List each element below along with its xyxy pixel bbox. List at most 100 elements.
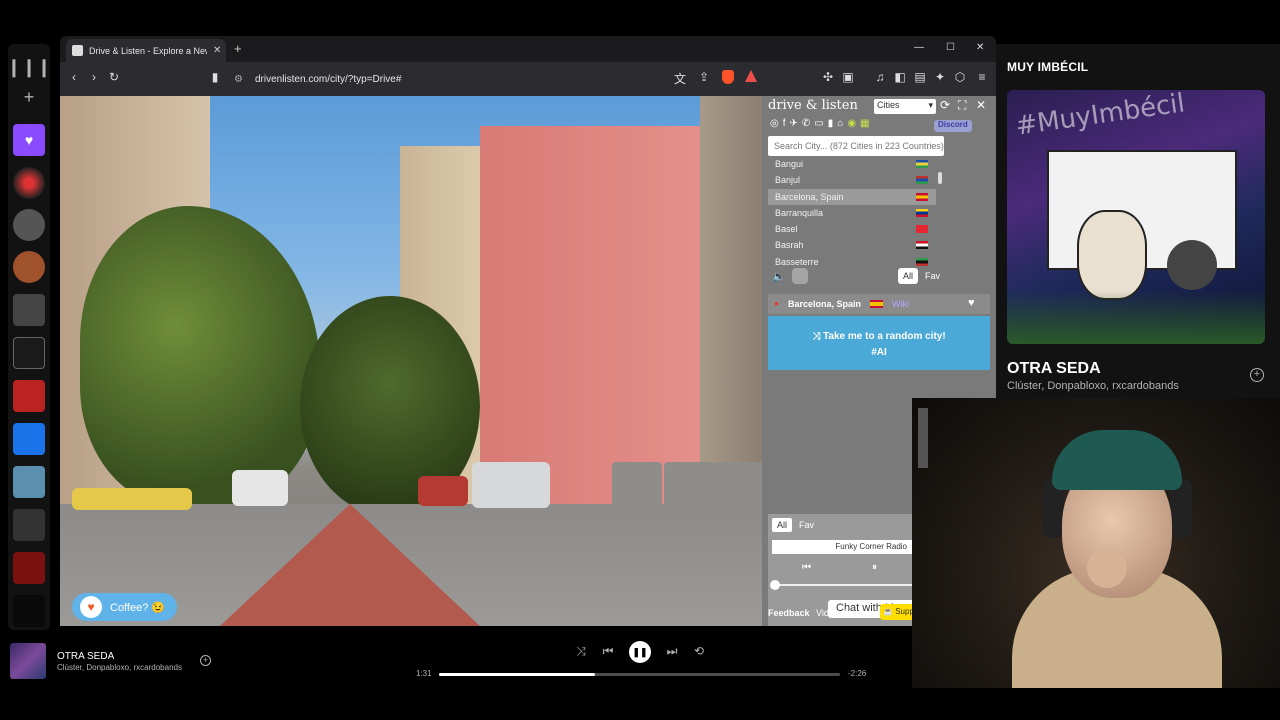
city-item[interactable]: Banjul	[768, 172, 936, 188]
eye-icon[interactable]: ◉	[847, 118, 856, 129]
playlist-thumb[interactable]	[13, 380, 45, 412]
home-icon[interactable]: ⌂	[837, 118, 843, 129]
city-list-scrollbar[interactable]	[938, 160, 942, 264]
liked-songs-heart-icon[interactable]: ♥	[13, 124, 45, 156]
bookmark-icon[interactable]: ▮	[828, 118, 834, 129]
brave-shields-icon[interactable]	[722, 70, 734, 84]
brave-rewards-icon[interactable]	[745, 70, 757, 82]
bookmark-icon[interactable]: ▮	[207, 70, 223, 84]
random-city-button[interactable]: ⤨ Take me to a random city! #AI	[768, 316, 990, 370]
progress-bar[interactable]	[439, 673, 840, 676]
now-playing-title[interactable]: OTRA SEDA	[1007, 360, 1101, 378]
previous-track-icon[interactable]: ⏮	[600, 644, 616, 659]
shuffle-icon[interactable]: ⤨	[573, 644, 589, 659]
playlist-thumb[interactable]	[13, 509, 45, 541]
whatsapp-icon[interactable]: ✆	[802, 118, 810, 129]
share-icon[interactable]: ⇪	[696, 70, 712, 84]
sidebar-icon[interactable]: ◧	[892, 70, 908, 84]
leo-ai-icon[interactable]: ✦	[932, 70, 948, 84]
street-video[interactable]: ♥ Coffee? 😉	[60, 96, 762, 626]
close-panel-icon[interactable]: ✕	[976, 98, 986, 112]
wiki-link[interactable]: Wiki	[892, 299, 909, 309]
playlist-thumb[interactable]	[13, 337, 45, 369]
reload-icon[interactable]: ↻	[106, 70, 122, 84]
support-button[interactable]: ☕ Support	[880, 604, 914, 620]
screenshot-icon[interactable]: ▣	[840, 70, 856, 84]
pause-icon[interactable]: ⏸	[872, 562, 877, 573]
playlist-thumb[interactable]	[13, 423, 45, 455]
city-item[interactable]: Barranquilla	[768, 205, 936, 221]
extensions-icon[interactable]: ✣	[820, 70, 836, 84]
playlist-thumb[interactable]	[13, 167, 45, 199]
library-icon[interactable]: ❙❙❙	[6, 52, 51, 82]
video-source-link[interactable]: Video Source	[816, 608, 870, 618]
radio-station[interactable]: Funky Corner Radio	[772, 540, 913, 554]
city-item[interactable]: Bangui	[768, 156, 936, 172]
elapsed-time: 1:31	[416, 669, 432, 678]
player-track-artist[interactable]: Clúster, Donpabloxo, rxcardobands	[57, 663, 182, 672]
player-track-title[interactable]: OTRA SEDA	[57, 651, 114, 662]
radio-tab-all[interactable]: All	[772, 518, 793, 532]
volume-slider[interactable]	[792, 268, 808, 284]
filter-fav-button[interactable]: Fav	[920, 268, 945, 284]
filter-all-button[interactable]: All	[898, 268, 919, 284]
instagram-icon[interactable]: ◎	[770, 118, 779, 129]
close-window-icon[interactable]: ✕	[976, 42, 984, 53]
add-to-library-icon[interactable]: +	[1250, 368, 1264, 382]
tab-close-icon[interactable]: ✕	[213, 45, 221, 56]
gamepad-icon[interactable]: ▦	[860, 118, 869, 129]
mode-select[interactable]: Cities ▾	[874, 99, 936, 114]
repeat-icon[interactable]: ⟲	[691, 644, 707, 658]
player-album-art[interactable]	[10, 643, 46, 679]
social-links: ◎ f ✈ ✆ ▭ ▮ ⌂ ◉ ▦	[770, 118, 870, 129]
add-icon[interactable]: +	[14, 82, 44, 112]
new-tab-icon[interactable]: +	[234, 41, 242, 56]
pause-button[interactable]: ❚❚	[629, 641, 651, 663]
coffee-button[interactable]: ♥ Coffee? 😉	[72, 593, 178, 621]
mute-icon[interactable]: 🔈	[772, 270, 786, 283]
artist-thumb[interactable]	[13, 251, 45, 283]
menu-icon[interactable]: ≡	[974, 70, 990, 84]
browser-tab[interactable]: Drive & Listen - Explore a New C ✕	[66, 39, 226, 62]
player-add-icon[interactable]: +	[200, 655, 211, 666]
playlist-thumb[interactable]	[13, 552, 45, 584]
facebook-icon[interactable]: f	[783, 118, 786, 129]
favorite-heart-icon[interactable]: ♥	[968, 297, 975, 309]
feedback-link[interactable]: Feedback	[768, 608, 810, 618]
city-item[interactable]: Basseterre	[768, 254, 936, 266]
now-playing-artist[interactable]: Clúster, Donpabloxo, rxcardobands	[1007, 380, 1179, 392]
wallet-icon[interactable]: ▤	[912, 70, 928, 84]
vpn-icon[interactable]: ⬡	[952, 70, 968, 84]
city-item[interactable]: Basrah	[768, 237, 936, 253]
twitter-icon[interactable]: ✈	[790, 118, 798, 129]
refresh-icon[interactable]: ⟳	[940, 98, 950, 112]
scrollbar-thumb[interactable]	[938, 172, 942, 184]
forward-icon[interactable]: ›	[86, 70, 102, 84]
cover-character	[1077, 210, 1147, 300]
maximize-icon[interactable]: ☐	[946, 42, 955, 53]
radio-tab-fav[interactable]: Fav	[796, 518, 817, 532]
city-item-selected[interactable]: Barcelona, Spain	[768, 188, 936, 205]
chat-icon[interactable]: ▭	[814, 118, 823, 129]
slider-knob[interactable]	[770, 580, 780, 590]
playlist-thumb[interactable]	[13, 595, 45, 627]
discord-link[interactable]: Discord	[934, 120, 972, 132]
media-icon[interactable]: ♫	[872, 70, 888, 84]
back-icon[interactable]: ‹	[66, 70, 82, 84]
city-item[interactable]: Basel	[768, 221, 936, 237]
url-text[interactable]: drivenlisten.com/city/?typ=Drive#	[255, 74, 401, 85]
playlist-thumb[interactable]	[13, 294, 45, 326]
artist-thumb[interactable]	[13, 209, 45, 241]
next-track-icon[interactable]: ⏭	[664, 644, 680, 659]
radio-tabs: All Fav	[772, 518, 817, 532]
previous-station-icon[interactable]: ⏮	[802, 562, 811, 573]
city-list: Bangui Banjul Barcelona, Spain Barranqui…	[768, 156, 936, 266]
tab-bar: Drive & Listen - Explore a New C ✕ + — ☐…	[60, 36, 996, 62]
site-settings-icon[interactable]: ⚙	[234, 74, 243, 85]
radio-volume-slider[interactable]	[770, 580, 913, 590]
city-search-input[interactable]: Search City... (872 Cities in 223 Countr…	[768, 136, 944, 156]
playlist-thumb[interactable]	[13, 466, 45, 498]
translate-icon[interactable]: 文	[672, 70, 688, 87]
fullscreen-icon[interactable]: ⛶	[958, 98, 966, 113]
minimize-icon[interactable]: —	[914, 42, 924, 53]
